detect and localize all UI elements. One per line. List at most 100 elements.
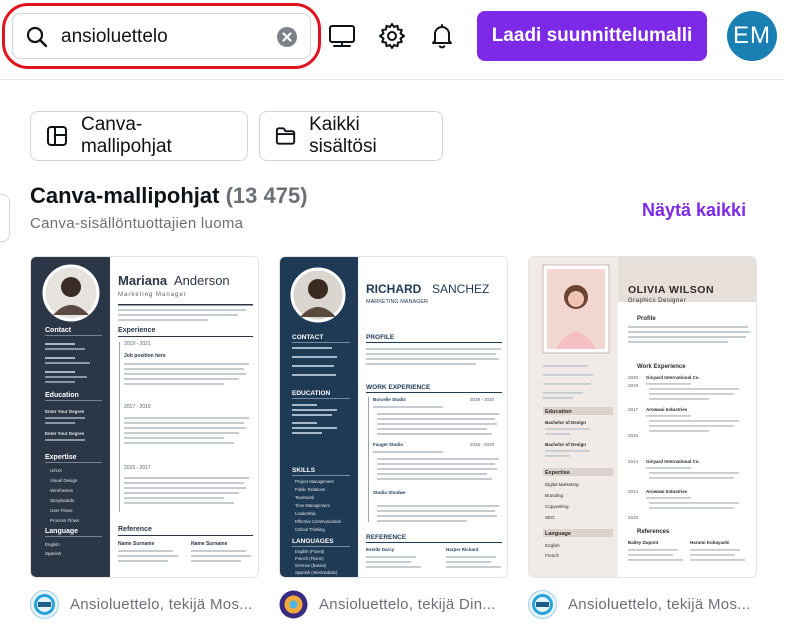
card-year: 2015 - 2017 — [124, 465, 151, 471]
template-card[interactable]: RICHARD SANCHEZ MARKETING MANAGER PROFIL… — [279, 256, 508, 578]
card-role: Marketing Manager — [118, 292, 187, 298]
card-name-last: SANCHEZ — [432, 282, 489, 296]
template-card[interactable]: Mariana Anderson Marketing Manager Exper… — [30, 256, 259, 578]
card-section: WORK EXPERIENCE — [366, 384, 431, 391]
card-skill: Wireframes — [50, 488, 74, 493]
card-skill: Storyboards — [50, 498, 75, 503]
card-section: REFERENCE — [366, 534, 407, 541]
card-name-first: Mariana — [118, 273, 168, 288]
bell-icon[interactable] — [428, 22, 456, 50]
card-caption[interactable]: Ansioluettelo, tekijä Din... — [279, 589, 496, 619]
filter-canva-templates[interactable]: Canva-mallipohjat — [30, 111, 248, 161]
card-section: Experience — [118, 327, 155, 334]
card-section: Reference — [118, 526, 152, 533]
search-icon — [26, 26, 48, 48]
gear-icon[interactable] — [378, 22, 406, 50]
create-design-button[interactable]: Laadi suunnittelumalli — [477, 11, 707, 61]
card-caption[interactable]: Ansioluettelo, tekijä Mos... — [30, 589, 253, 619]
card-caption-text: Ansioluettelo, tekijä Din... — [319, 595, 496, 613]
card-skill: Project Management — [295, 479, 334, 484]
card-year: 2020 — [628, 375, 639, 380]
card-skill: Copywriting — [545, 504, 569, 509]
card-year: 2025 - 2029 — [470, 442, 495, 447]
template-thumbnail: RICHARD SANCHEZ MARKETING MANAGER PROFIL… — [280, 257, 507, 577]
creator-logo-icon — [528, 589, 557, 619]
card-year: 2017 - 2019 — [124, 404, 151, 410]
card-ref: Bailey Dupont — [628, 540, 659, 545]
card-lang: English — [45, 542, 60, 547]
card-section: Language — [45, 528, 78, 535]
avatar[interactable]: EM — [727, 11, 777, 61]
template-card[interactable]: OLIVIA WILSON Graphics Designer Profile … — [528, 256, 757, 578]
card-year: 2019 — [628, 383, 639, 388]
card-lang: French (Fluent) — [295, 556, 324, 561]
card-section: Profile — [637, 316, 656, 322]
see-all-link[interactable]: Näytä kaikki — [642, 200, 746, 221]
card-section: Language — [545, 531, 571, 537]
card-year: 2019 - 2021 — [124, 341, 151, 347]
section-count: (13 475) — [225, 183, 308, 208]
card-skill: Digital Marketing — [545, 482, 579, 487]
card-skill: Time Management — [295, 503, 331, 508]
card-lang: Spanish — [45, 551, 62, 556]
card-caption-text: Ansioluettelo, tekijä Mos... — [70, 595, 253, 613]
card-company: Borcelle Studio — [373, 397, 406, 402]
template-thumbnail: Mariana Anderson Marketing Manager Exper… — [31, 257, 258, 577]
card-ref: Estelle Darcy — [366, 547, 395, 552]
card-section: Expertise — [45, 454, 77, 461]
creator-logo-icon — [30, 589, 59, 619]
search-input[interactable] — [61, 23, 261, 51]
card-year: 2014 — [628, 459, 639, 464]
creator-logo-icon — [279, 590, 308, 618]
card-company: Fauget Studio — [373, 442, 403, 447]
top-bar: Laadi suunnittelumalli EM — [0, 0, 785, 80]
card-year: 2029 - 2030 — [470, 397, 495, 402]
card-year: 2017 — [628, 407, 639, 412]
card-edu: Enter Your Degree — [45, 409, 85, 414]
card-section: Education — [45, 392, 79, 399]
search-box[interactable] — [12, 13, 311, 59]
card-name-first: RICHARD — [366, 282, 422, 296]
card-section: SKILLS — [292, 467, 316, 474]
card-degree: Bachelor of Design — [545, 420, 586, 425]
card-skill: Critical Thinking — [295, 527, 325, 532]
card-section: Expertise — [545, 470, 570, 476]
card-caption-text: Ansioluettelo, tekijä Mos... — [568, 595, 751, 613]
card-year: 2016 — [628, 433, 639, 438]
card-company: Studio Shodwe — [373, 490, 406, 495]
card-year: 2014 — [628, 489, 639, 494]
folder-icon — [275, 127, 296, 145]
card-section: LANGUAGES — [292, 538, 334, 545]
card-caption[interactable]: Ansioluettelo, tekijä Mos... — [528, 589, 751, 619]
card-section: EDUCATION — [292, 390, 330, 397]
search-highlight — [2, 3, 321, 69]
card-section: Work Experience — [637, 364, 686, 370]
filter-all-content[interactable]: Kaikki sisältösi — [259, 111, 443, 161]
section-title: Canva-mallipohjat (13 475) — [30, 183, 308, 209]
card-name: OLIVIA WILSON — [628, 284, 714, 296]
card-edu: Enter Your Degree — [45, 431, 85, 436]
card-section: Contact — [45, 327, 72, 334]
card-ref: Name Surname — [191, 541, 228, 547]
card-name-last: Anderson — [174, 273, 230, 288]
card-company: Arowwai Industries — [646, 489, 688, 494]
section-title-text: Canva-mallipohjat — [30, 183, 220, 208]
card-company: Ginyard International Co. — [646, 375, 700, 380]
card-degree: Bachelor of Design — [545, 442, 586, 447]
card-year: 2010 — [628, 515, 639, 520]
template-thumbnail: OLIVIA WILSON Graphics Designer Profile … — [529, 257, 756, 577]
section-subtitle: Canva-sisällöntuottajien luoma — [30, 215, 244, 232]
card-ref: Name Surname — [118, 541, 155, 547]
card-skill: Branding — [545, 493, 564, 498]
card-skill: Leadership — [295, 511, 316, 516]
filter-label: Kaikki sisältösi — [309, 114, 377, 157]
card-lang: Spanish (Intermediate) — [295, 570, 338, 575]
desktop-icon[interactable] — [328, 22, 356, 50]
card-section: Education — [545, 409, 572, 415]
card-ref: Harper Richard — [446, 547, 479, 552]
card-company: Ginyard International Co. — [646, 459, 700, 464]
scroll-left-button[interactable] — [0, 194, 10, 242]
clear-icon[interactable] — [277, 27, 297, 47]
card-section: PROFILE — [366, 334, 395, 341]
card-job: Job position here — [124, 353, 166, 359]
